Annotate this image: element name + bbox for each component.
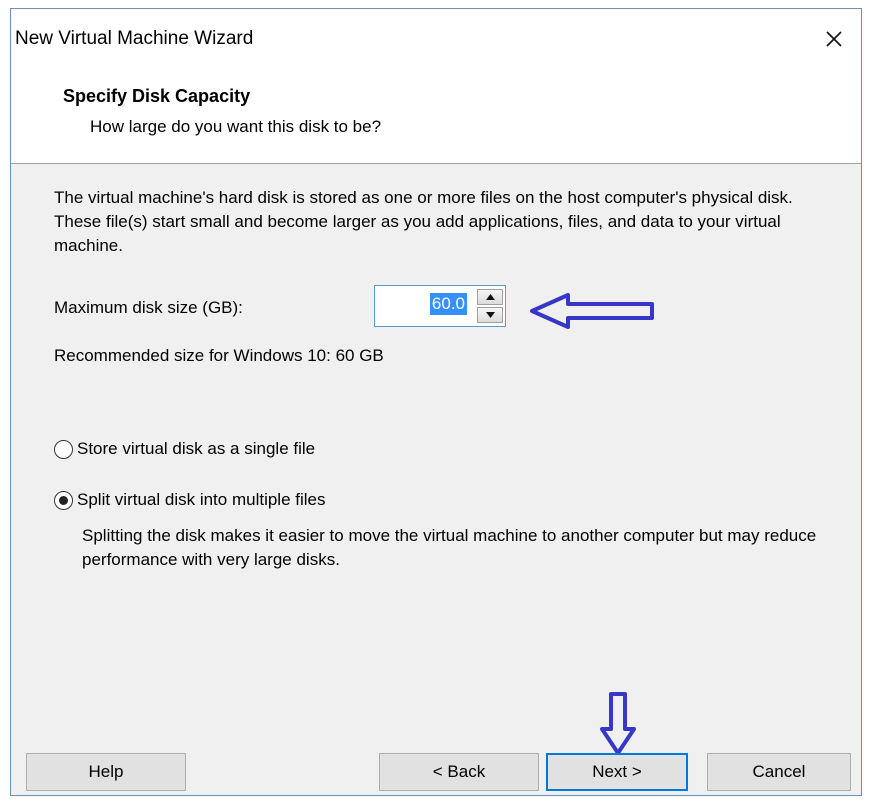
annotation-arrow-left-icon [530, 293, 654, 329]
wizard-footer: Help < Back Next > Cancel [11, 753, 861, 796]
disk-size-input[interactable]: 60.0 [429, 293, 467, 315]
radio-button-split[interactable] [54, 490, 73, 510]
radio-split-files[interactable]: Split virtual disk into multiple files [54, 490, 325, 510]
next-button[interactable]: Next > [546, 753, 688, 791]
radio-button-single[interactable] [54, 439, 73, 459]
arrow-down-icon [485, 312, 495, 318]
page-subtitle: How large do you want this disk to be? [90, 117, 382, 136]
spin-up-button[interactable] [477, 289, 503, 305]
annotation-arrow-down-icon [600, 692, 636, 755]
wizard-content: The virtual machine's hard disk is store… [11, 164, 861, 756]
recommended-size-text: Recommended size for Windows 10: 60 GB [54, 346, 384, 365]
background-area [862, 0, 870, 801]
radio-label-split: Split virtual disk into multiple files [77, 490, 326, 509]
wizard-window: New Virtual Machine Wizard Specify Disk … [10, 8, 862, 796]
radio-single-file[interactable]: Store virtual disk as a single file [54, 439, 315, 459]
spin-down-button[interactable] [477, 307, 503, 323]
close-button[interactable] [807, 9, 861, 69]
disk-size-spinner[interactable]: 60.0 [374, 285, 506, 327]
window-title: New Virtual Machine Wizard [15, 28, 254, 49]
split-description: Splitting the disk makes it easier to mo… [82, 526, 817, 569]
close-icon [826, 31, 842, 47]
radio-label-single: Store virtual disk as a single file [77, 439, 316, 458]
disk-size-label: Maximum disk size (GB): [54, 298, 243, 317]
arrow-up-icon [485, 294, 495, 300]
cancel-button[interactable]: Cancel [707, 753, 851, 791]
wizard-header: Specify Disk Capacity How large do you w… [11, 69, 861, 164]
help-button[interactable]: Help [26, 753, 186, 791]
back-button[interactable]: < Back [379, 753, 539, 791]
spinner-buttons [477, 289, 503, 323]
intro-text: The virtual machine's hard disk is store… [54, 188, 793, 255]
title-bar: New Virtual Machine Wizard [11, 9, 861, 69]
page-title: Specify Disk Capacity [63, 86, 251, 106]
radio-selected-dot [59, 495, 68, 505]
